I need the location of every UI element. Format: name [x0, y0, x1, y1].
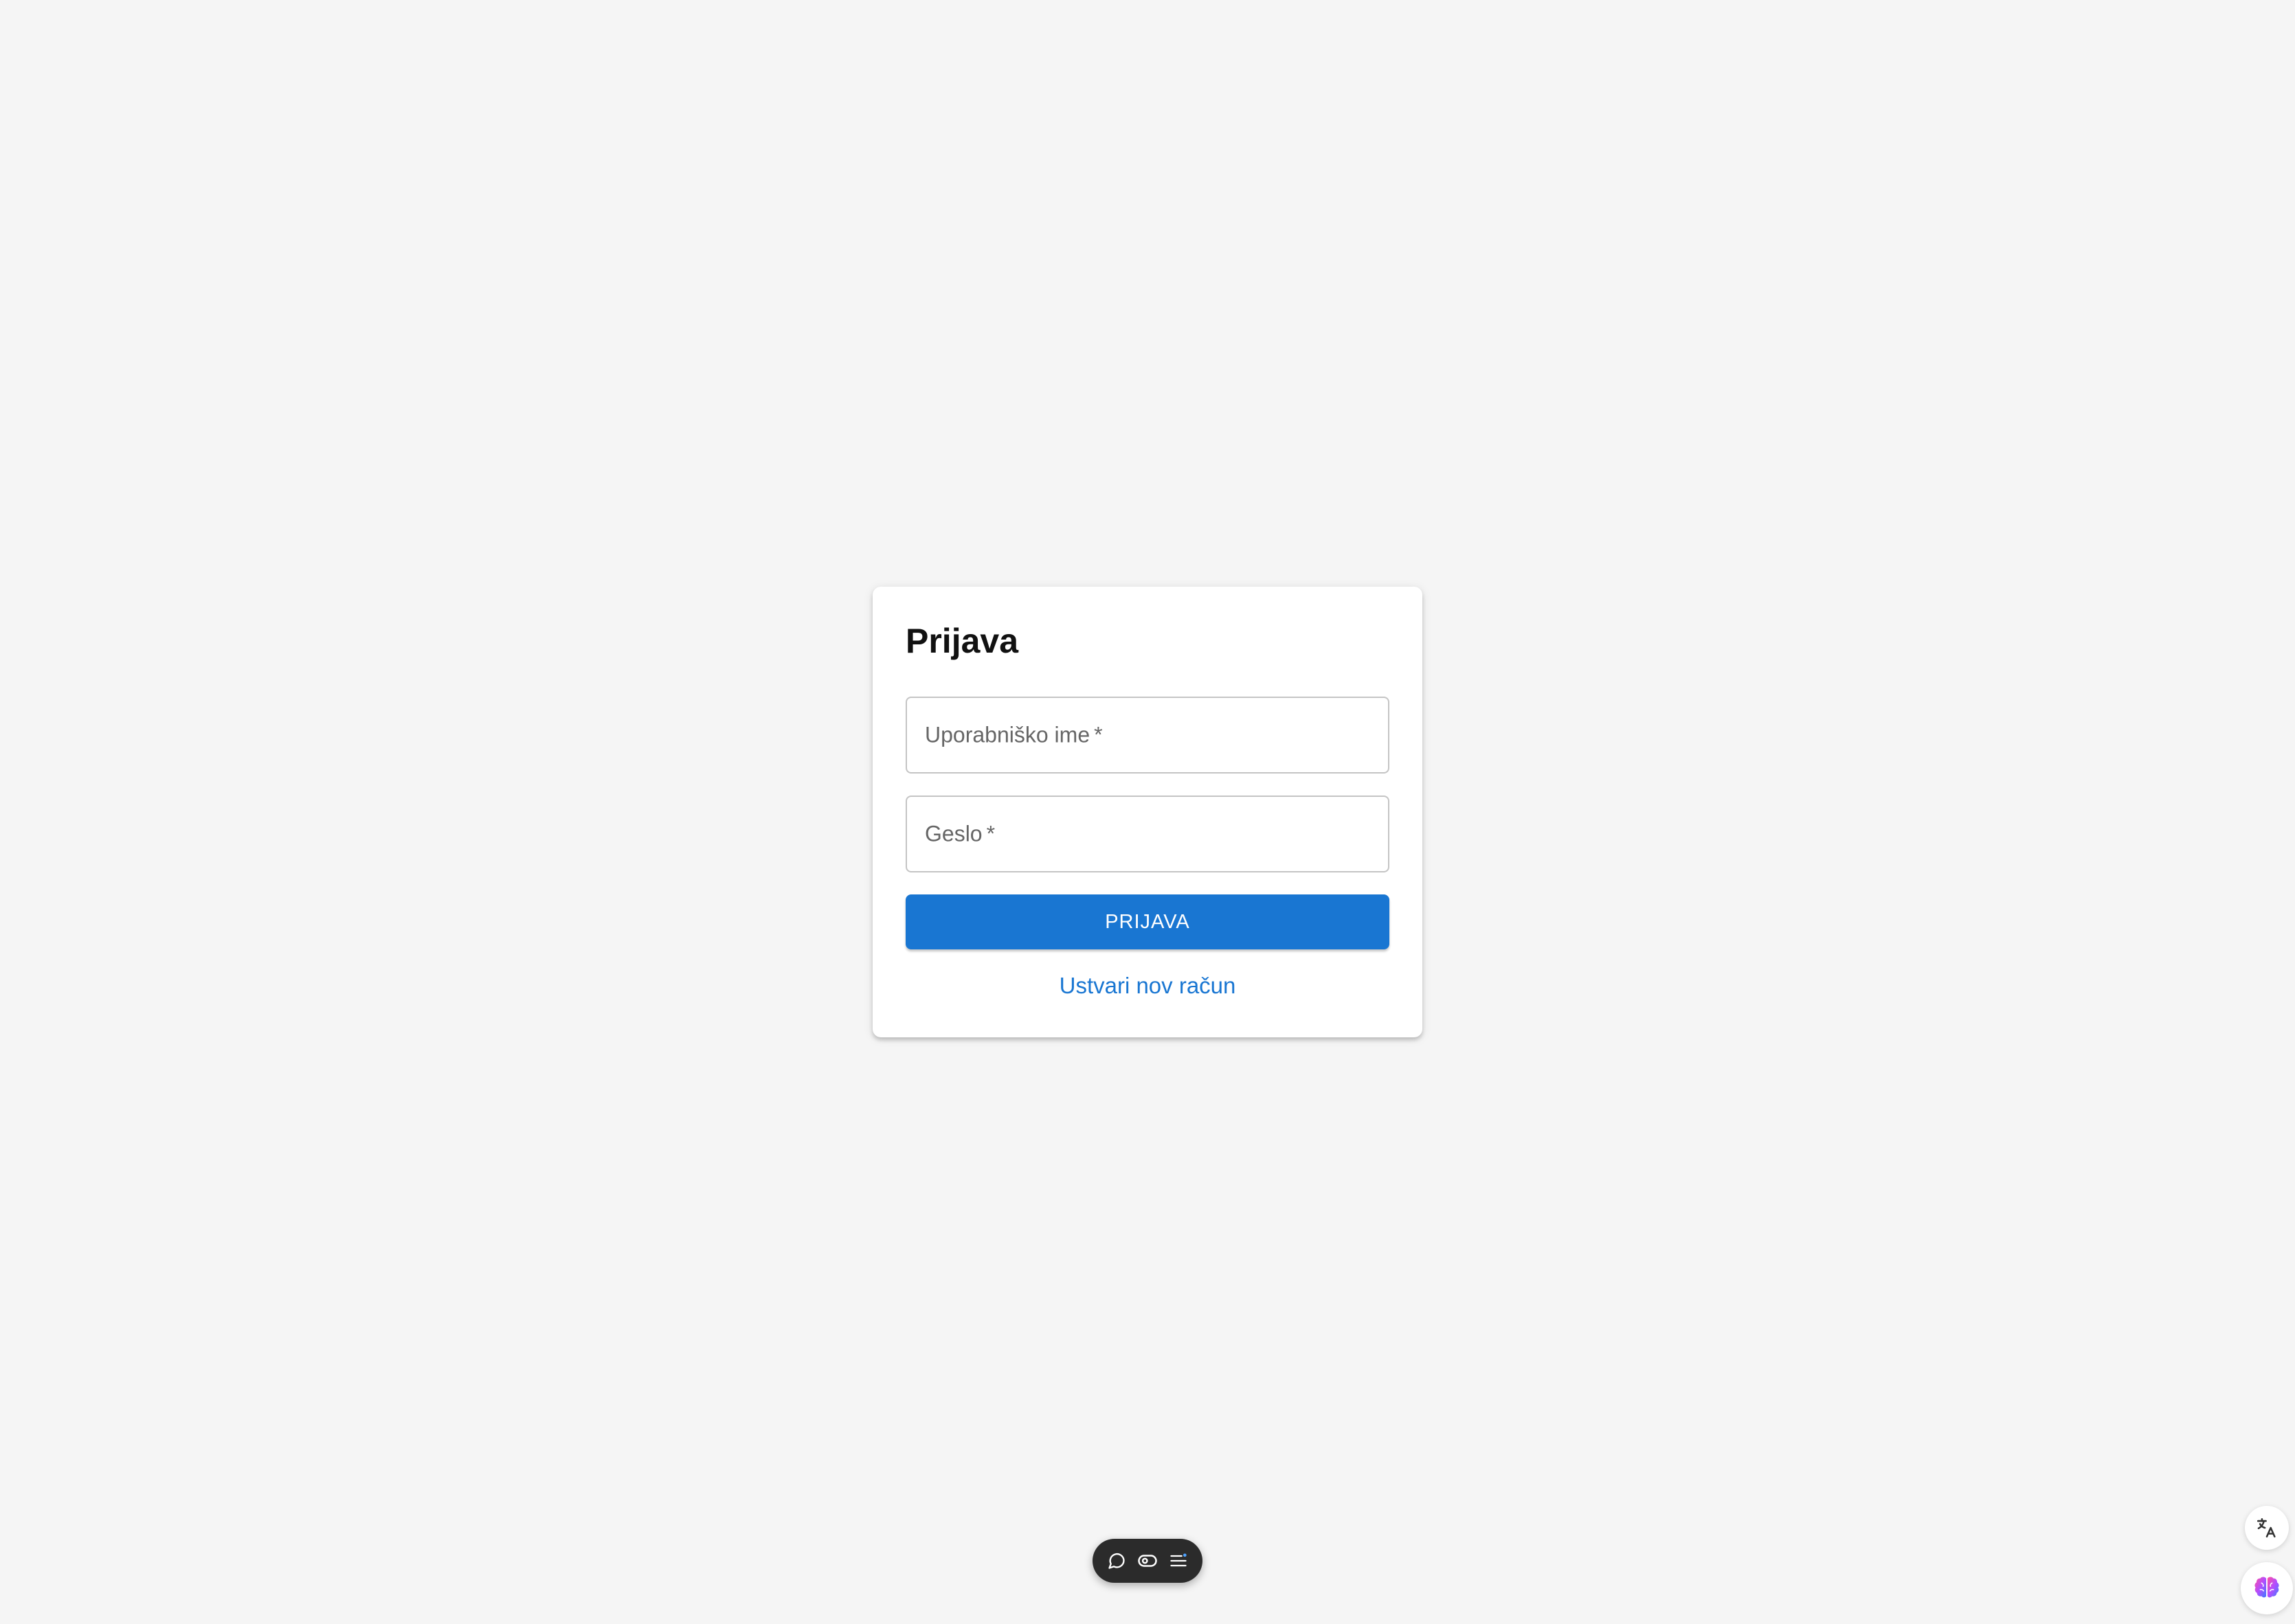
password-label-text: Geslo	[925, 821, 983, 846]
username-label: Uporabniško ime *	[925, 723, 1103, 748]
create-account-link[interactable]: Ustvari nov račun	[873, 973, 1422, 999]
password-field[interactable]: Geslo *	[906, 796, 1389, 872]
login-button[interactable]: PRIJAVA	[906, 894, 1389, 949]
username-field[interactable]: Uporabniško ime *	[906, 697, 1389, 774]
login-card: Prijava Uporabniško ime * Geslo * PRIJAVA …	[873, 587, 1422, 1037]
username-label-text: Uporabniško ime	[925, 722, 1090, 747]
translate-icon[interactable]	[2245, 1506, 2289, 1550]
eye-icon[interactable]	[1135, 1548, 1160, 1573]
page-title: Prijava	[906, 622, 1019, 660]
required-marker: *	[1094, 722, 1103, 747]
brain-icon[interactable]	[2241, 1562, 2293, 1614]
comment-icon[interactable]	[1104, 1548, 1129, 1573]
floating-toolbar	[1093, 1539, 1202, 1583]
list-icon[interactable]	[1166, 1548, 1191, 1573]
password-label: Geslo *	[925, 822, 995, 847]
required-marker: *	[986, 821, 996, 846]
